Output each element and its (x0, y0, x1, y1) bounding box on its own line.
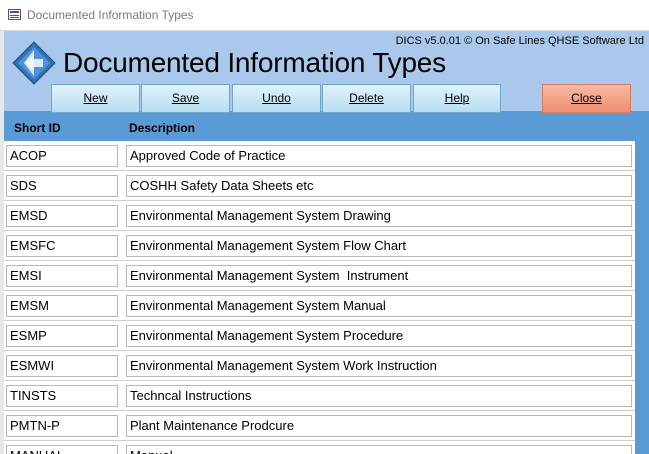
short-id-field[interactable]: MANUAL (6, 445, 118, 454)
description-field[interactable]: Approved Code of Practice (126, 145, 632, 167)
list-item: EMSI Environmental Management System Ins… (4, 261, 649, 291)
short-id-field[interactable]: TINSTS (6, 385, 118, 407)
description-field[interactable]: Environmental Management System Work Ins… (126, 355, 632, 377)
list-item: EMSM Environmental Management System Man… (4, 291, 649, 321)
description-field[interactable]: Environmental Management System Manual (126, 295, 632, 317)
delete-button[interactable]: Delete (322, 84, 411, 113)
description-field[interactable]: COSHH Safety Data Sheets etc (126, 175, 632, 197)
list-item: ACOP Approved Code of Practice (4, 141, 649, 171)
form-body: DICS v5.0.01 © On Safe Lines QHSE Softwa… (4, 31, 649, 454)
logo-diamond-icon (12, 41, 56, 85)
save-button[interactable]: Save (141, 84, 230, 113)
undo-button[interactable]: Undo (232, 84, 321, 113)
window-title: Documented Information Types (27, 8, 194, 22)
list-item: PMTN-P Plant Maintenance Prodcure (4, 411, 649, 441)
description-field[interactable]: Techncal Instructions (126, 385, 632, 407)
short-id-field[interactable]: EMSD (6, 205, 118, 227)
description-field[interactable]: Plant Maintenance Prodcure (126, 415, 632, 437)
list-item: EMSD Environmental Management System Dra… (4, 201, 649, 231)
description-field[interactable]: Manual (126, 445, 632, 454)
short-id-field[interactable]: ACOP (6, 145, 118, 167)
column-header-description: Description (129, 121, 196, 135)
column-header-short-id: Short ID (14, 121, 61, 135)
short-id-field[interactable]: ESMP (6, 325, 118, 347)
list-item: ESMWI Environmental Management System Wo… (4, 351, 649, 381)
short-id-field[interactable]: PMTN-P (6, 415, 118, 437)
close-button[interactable]: Close (542, 84, 631, 113)
short-id-field[interactable]: EMSFC (6, 235, 118, 257)
list-item: EMSFC Environmental Management System Fl… (4, 231, 649, 261)
form-header: DICS v5.0.01 © On Safe Lines QHSE Softwa… (4, 31, 649, 113)
short-id-field[interactable]: EMSI (6, 265, 118, 287)
records-list: ACOP Approved Code of Practice SDS COSHH… (4, 141, 649, 454)
list-item: SDS COSHH Safety Data Sheets etc (4, 171, 649, 201)
short-id-field[interactable]: EMSM (6, 295, 118, 317)
short-id-field[interactable]: SDS (6, 175, 118, 197)
description-field[interactable]: Environmental Management System Instrume… (126, 265, 632, 287)
list-item: MANUAL Manual (4, 441, 649, 454)
short-id-field[interactable]: ESMWI (6, 355, 118, 377)
description-field[interactable]: Environmental Management System Procedur… (126, 325, 632, 347)
new-button[interactable]: New (51, 84, 140, 113)
window-title-bar[interactable]: Documented Information Types (0, 0, 649, 31)
form-title: Documented Information Types (63, 47, 446, 78)
version-text: DICS v5.0.01 © On Safe Lines QHSE Softwa… (395, 35, 644, 47)
form-window-icon (8, 9, 21, 20)
record-selector-strip (635, 141, 649, 454)
list-item: TINSTS Techncal Instructions (4, 381, 649, 411)
description-field[interactable]: Environmental Management System Drawing (126, 205, 632, 227)
help-button[interactable]: Help (413, 84, 501, 113)
list-item: ESMP Environmental Management System Pro… (4, 321, 649, 351)
description-field[interactable]: Environmental Management System Flow Cha… (126, 235, 632, 257)
